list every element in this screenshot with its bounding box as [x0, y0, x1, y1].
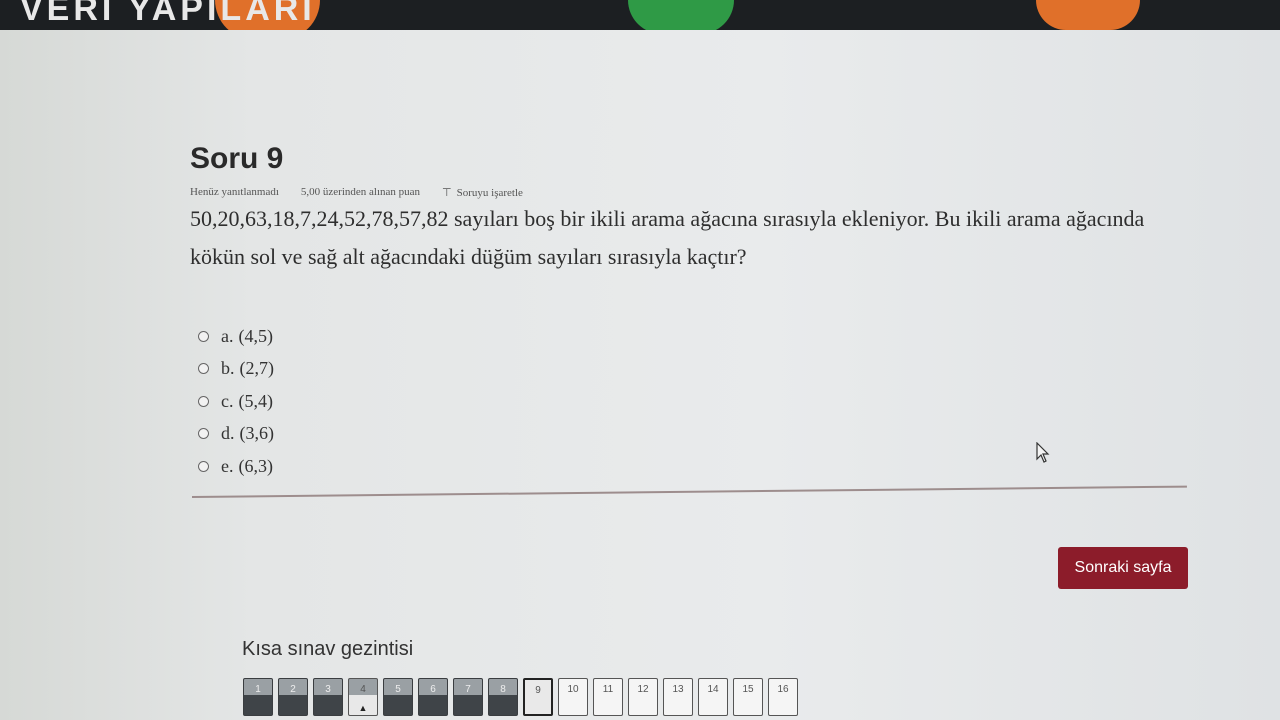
quiz-nav-button[interactable]: 12: [628, 678, 658, 716]
quiz-nav-button[interactable]: 5: [383, 678, 413, 716]
quiz-navigation: 12345678910111213141516: [243, 678, 798, 716]
quiz-nav-button[interactable]: 2: [278, 678, 308, 716]
quiz-nav-button[interactable]: 7: [453, 678, 483, 716]
answer-option[interactable]: b. (2,7): [198, 353, 274, 386]
page-content: [0, 30, 1280, 720]
next-page-button[interactable]: Sonraki sayfa: [1058, 547, 1188, 589]
answer-letter: b.: [221, 358, 235, 379]
question-info: Henüz yanıtlanmadı 5,00 üzerinden alınan…: [190, 186, 523, 199]
quiz-navigation-title: Kısa sınav gezintisi: [242, 638, 414, 660]
radio-button[interactable]: [198, 330, 209, 342]
question-grade: 5,00 üzerinden alınan puan: [300, 186, 421, 198]
quiz-nav-button[interactable]: 16: [768, 678, 798, 716]
answer-option[interactable]: d. (3,6): [198, 418, 274, 451]
answer-option[interactable]: e. (6,3): [198, 450, 274, 483]
question-status: Henüz yanıtlanmadı: [190, 186, 279, 198]
answer-text: (6,3): [238, 455, 274, 476]
answer-list: a. (4,5) b. (2,7) c. (5,4) d. (3,6) e. (6,3): [198, 320, 274, 483]
radio-button[interactable]: [198, 395, 209, 407]
answer-text: (2,7): [239, 358, 275, 379]
answer-text: (3,6): [239, 423, 275, 444]
answer-letter: e.: [221, 455, 234, 476]
quiz-nav-button[interactable]: 6: [418, 678, 448, 716]
quiz-nav-button[interactable]: 11: [593, 678, 623, 716]
mouse-pointer-icon: [1036, 442, 1050, 463]
answer-letter: d.: [221, 423, 235, 444]
flag-question-link[interactable]: ⊤ Soruyu işaretle: [442, 186, 523, 200]
quiz-nav-button[interactable]: 15: [733, 678, 763, 716]
quiz-nav-button[interactable]: 10: [558, 678, 588, 716]
header-decoration: [1036, 0, 1140, 30]
flag-question-label: Soruyu işaretle: [456, 186, 523, 199]
quiz-nav-button[interactable]: 9: [523, 678, 553, 716]
answer-text: (5,4): [238, 390, 274, 411]
header-decoration: [628, 0, 734, 34]
question-title: Soru 9: [190, 142, 284, 175]
radio-button[interactable]: [198, 363, 209, 375]
quiz-nav-button[interactable]: 14: [698, 678, 728, 716]
course-banner-title: VERİ YAPILARI: [20, 0, 316, 28]
answer-letter: a.: [221, 325, 234, 346]
quiz-nav-button[interactable]: 1: [243, 678, 273, 716]
radio-button[interactable]: [198, 428, 209, 440]
quiz-nav-button[interactable]: 4: [348, 678, 378, 716]
answer-letter: c.: [221, 390, 234, 411]
quiz-nav-button[interactable]: 8: [488, 678, 518, 716]
flag-icon: ⊤: [442, 187, 452, 199]
answer-option[interactable]: a. (4,5): [198, 320, 274, 353]
answer-option[interactable]: c. (5,4): [198, 385, 274, 418]
question-text: 50,20,63,18,7,24,52,78,57,82 sayıları bo…: [190, 206, 1145, 269]
radio-button[interactable]: [198, 460, 209, 472]
quiz-nav-button[interactable]: 13: [663, 678, 693, 716]
quiz-nav-button[interactable]: 3: [313, 678, 343, 716]
answer-text: (4,5): [238, 325, 274, 346]
